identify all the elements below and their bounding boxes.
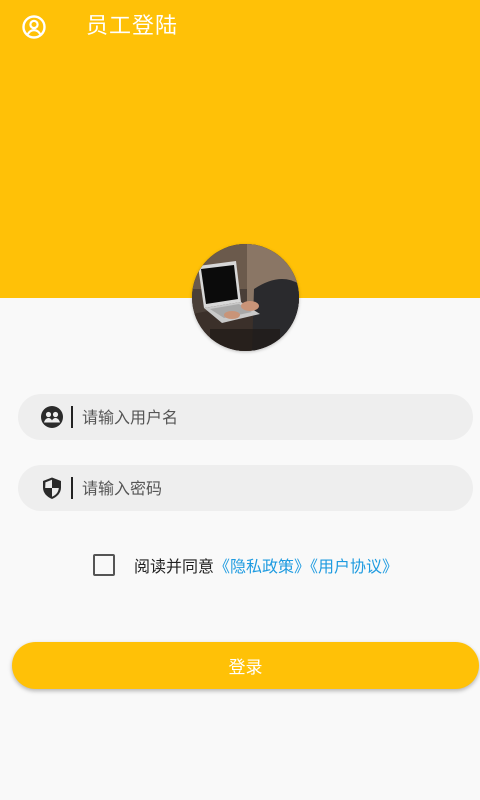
page-title: 员工登陆 xyxy=(86,14,179,39)
user-group-icon xyxy=(40,405,64,429)
login-button[interactable]: 登录 xyxy=(12,642,479,689)
password-input[interactable] xyxy=(82,465,452,511)
agreement-row: 阅读并同意《隐私政策》《用户协议》 xyxy=(93,553,398,577)
username-field[interactable] xyxy=(18,394,473,440)
agree-checkbox[interactable] xyxy=(93,554,115,576)
user-agreement-link[interactable]: 《用户协议》 xyxy=(310,557,398,576)
username-input[interactable] xyxy=(82,394,452,440)
shield-icon xyxy=(40,476,64,500)
account-circle-icon xyxy=(22,15,46,39)
privacy-policy-link[interactable]: 《隐私政策》 xyxy=(214,557,310,576)
account-button[interactable] xyxy=(20,13,48,41)
input-separator xyxy=(71,406,73,428)
input-separator xyxy=(71,477,73,499)
agreement-label: 阅读并同意 xyxy=(134,557,215,576)
app-bar: 员工登陆 xyxy=(0,0,480,56)
avatar-image xyxy=(192,244,299,351)
agreement-text: 阅读并同意《隐私政策》《用户协议》 xyxy=(134,553,398,577)
password-field[interactable] xyxy=(18,465,473,511)
laptop-photo xyxy=(192,244,299,351)
